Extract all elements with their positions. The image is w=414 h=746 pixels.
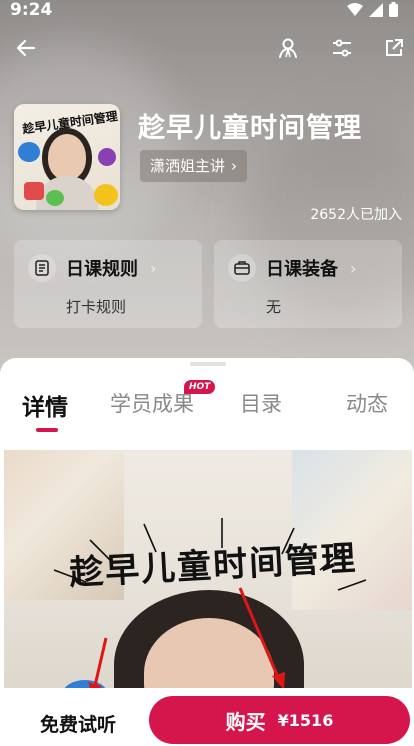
settings-button[interactable] — [324, 30, 360, 66]
blue-blob-decoration — [18, 142, 40, 162]
course-header: 9:24 趁早儿童时间管理 趁早儿童时间管理 潇洒姐主讲 › 2652人已加入 … — [0, 0, 414, 372]
lecturer-name: 潇洒姐主讲 — [150, 157, 226, 175]
share-icon — [386, 39, 403, 56]
teacher-button[interactable] — [270, 30, 306, 66]
cover-body — [36, 176, 98, 210]
daily-rules-card[interactable]: 日课规则 › 打卡规则 — [14, 240, 202, 328]
lecturer-link[interactable]: 潇洒姐主讲 › — [140, 150, 248, 182]
free-listen-button[interactable]: 免费试听 — [40, 710, 116, 737]
chevron-right-icon: › — [350, 258, 357, 278]
share-button[interactable] — [376, 30, 412, 66]
cover-face — [48, 134, 86, 180]
document-icon — [28, 254, 56, 282]
hot-badge: HOT — [184, 380, 216, 394]
purple-blob-decoration — [98, 148, 116, 166]
yellow-blob-decoration — [94, 184, 118, 206]
person-icon — [279, 38, 297, 58]
daily-equipment-card[interactable]: 日课装备 › 无 — [214, 240, 402, 328]
sliders-icon — [333, 39, 351, 57]
joined-count: 2652人已加入 — [310, 207, 402, 223]
buy-button[interactable]: 购买 ¥1516 — [149, 696, 410, 744]
tab-details[interactable]: 详情 — [22, 388, 68, 422]
top-nav — [0, 30, 414, 66]
drag-handle[interactable] — [190, 362, 226, 366]
back-button[interactable] — [8, 30, 44, 66]
status-time: 9:24 — [10, 0, 53, 20]
purchase-bar: 免费试听 购买 ¥1516 — [0, 688, 414, 746]
wifi-icon — [347, 2, 363, 21]
chevron-right-icon: › — [150, 258, 157, 278]
back-arrow-icon — [16, 39, 36, 57]
card-subtitle: 无 — [266, 298, 282, 316]
red-blob-decoration — [24, 182, 44, 200]
red-arrow-annotation — [238, 587, 285, 690]
chevron-right-icon: › — [231, 157, 238, 175]
signal-icon — [369, 2, 383, 21]
card-title: 日课装备 — [266, 259, 338, 280]
green-blob-decoration — [46, 190, 64, 206]
buy-price: ¥1516 — [277, 710, 334, 730]
briefcase-icon — [228, 254, 256, 282]
battery-icon — [389, 2, 398, 21]
course-title: 趁早儿童时间管理 — [138, 113, 362, 144]
tab-updates[interactable]: 动态 — [346, 388, 388, 418]
card-title: 日课规则 — [66, 259, 138, 280]
card-subtitle: 打卡规则 — [66, 298, 127, 316]
tab-student-results[interactable]: 学员成果 — [110, 388, 194, 418]
tab-catalog[interactable]: 目录 — [240, 388, 282, 418]
course-poster: 趁早儿童时间管理 — [4, 450, 412, 700]
active-tab-indicator — [36, 428, 58, 432]
status-bar: 9:24 — [0, 0, 414, 20]
buy-label: 购买 — [225, 709, 266, 734]
tab-bar: 详情 学员成果 HOT 目录 动态 — [0, 380, 414, 436]
course-cover: 趁早儿童时间管理 — [14, 104, 120, 210]
